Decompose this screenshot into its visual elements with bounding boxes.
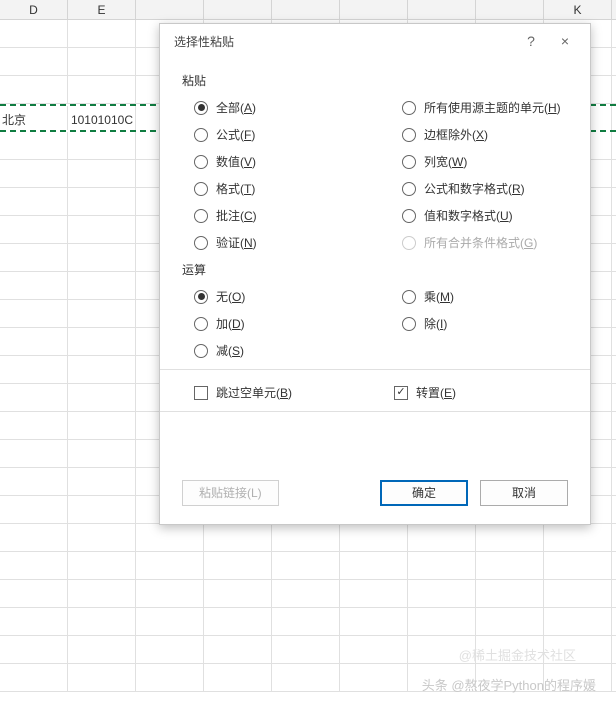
radio-icon (194, 182, 208, 196)
operation-option-multiply[interactable]: 乘(M) (402, 288, 602, 305)
cell[interactable]: 北京 (0, 106, 68, 130)
paste-option-formats[interactable]: 格式(T) (194, 180, 394, 197)
col-header[interactable] (204, 0, 272, 19)
radio-label: 公式和数字格式(R) (424, 180, 525, 197)
radio-label: 列宽(W) (424, 153, 467, 170)
paste-option-validation[interactable]: 验证(N) (194, 234, 394, 251)
radio-icon (402, 290, 416, 304)
skip-blanks-checkbox[interactable]: 跳过空单元(B) (194, 384, 394, 401)
radio-icon (194, 209, 208, 223)
paste-option-except_borders[interactable]: 边框除外(X) (402, 126, 602, 143)
operation-option-subtract[interactable]: 减(S) (194, 342, 394, 359)
radio-icon (402, 236, 416, 250)
watermark-text: @稀土掘金技术社区 (459, 645, 576, 664)
cancel-button[interactable]: 取消 (480, 480, 568, 506)
radio-label: 减(S) (216, 342, 244, 359)
paste-option-comments[interactable]: 批注(C) (194, 207, 394, 224)
radio-label: 公式(F) (216, 126, 255, 143)
col-header[interactable] (136, 0, 204, 19)
radio-icon (194, 317, 208, 331)
paste-option-values[interactable]: 数值(V) (194, 153, 394, 170)
col-header[interactable]: D (0, 0, 68, 19)
help-button[interactable]: ? (514, 24, 548, 58)
cell[interactable]: 10101010C (68, 106, 136, 130)
radio-label: 值和数字格式(U) (424, 207, 513, 224)
paste-option-all[interactable]: 全部(A) (194, 99, 394, 116)
radio-label: 除(I) (424, 315, 447, 332)
radio-icon (194, 290, 208, 304)
radio-label: 数值(V) (216, 153, 256, 170)
col-header[interactable]: K (544, 0, 612, 19)
radio-icon (402, 182, 416, 196)
dialog-titlebar[interactable]: 选择性粘贴 ? × (160, 24, 590, 58)
paste-option-formulas[interactable]: 公式(F) (194, 126, 394, 143)
radio-label: 批注(C) (216, 207, 257, 224)
column-headers: D E K (0, 0, 616, 20)
radio-icon (194, 128, 208, 142)
dialog-title: 选择性粘贴 (174, 33, 234, 50)
skip-blanks-label: 跳过空单元(B) (216, 384, 292, 401)
radio-label: 格式(T) (216, 180, 255, 197)
col-header[interactable] (340, 0, 408, 19)
radio-icon (194, 344, 208, 358)
paste-option-merged: 所有合并条件格式(G) (402, 234, 602, 251)
paste-link-button[interactable]: 粘贴链接(L) (182, 480, 279, 506)
paste-option-value_num[interactable]: 值和数字格式(U) (402, 207, 602, 224)
radio-label: 无(O) (216, 288, 245, 305)
paste-group-label: 粘贴 (182, 72, 568, 89)
radio-icon (402, 101, 416, 115)
paste-option-formula_num[interactable]: 公式和数字格式(R) (402, 180, 602, 197)
radio-label: 全部(A) (216, 99, 256, 116)
radio-label: 加(D) (216, 315, 245, 332)
radio-icon (402, 209, 416, 223)
radio-icon (402, 317, 416, 331)
radio-icon (194, 155, 208, 169)
radio-icon (402, 155, 416, 169)
col-header[interactable] (272, 0, 340, 19)
operation-option-add[interactable]: 加(D) (194, 315, 394, 332)
radio-label: 所有使用源主题的单元(H) (424, 99, 561, 116)
close-button[interactable]: × (548, 24, 582, 58)
radio-icon (402, 128, 416, 142)
transpose-checkbox[interactable]: 转置(E) (394, 384, 594, 401)
radio-label: 乘(M) (424, 288, 454, 305)
watermark-text: 头条 @熬夜学Python的程序媛 (422, 675, 596, 694)
paste-special-dialog: 选择性粘贴 ? × 粘贴 全部(A) 所有使用源主题的单元(H) 公式(F) 边框除外… (159, 23, 591, 525)
checkbox-icon (194, 386, 208, 400)
col-header[interactable]: E (68, 0, 136, 19)
radio-label: 边框除外(X) (424, 126, 488, 143)
ok-button[interactable]: 确定 (380, 480, 468, 506)
transpose-label: 转置(E) (416, 384, 456, 401)
operation-options: 无(O) 乘(M) 加(D) 除(I) 减(S) (182, 288, 568, 359)
paste-option-col_width[interactable]: 列宽(W) (402, 153, 602, 170)
radio-label: 所有合并条件格式(G) (424, 234, 537, 251)
operation-option-divide[interactable]: 除(I) (402, 315, 602, 332)
col-header[interactable] (408, 0, 476, 19)
paste-options: 全部(A) 所有使用源主题的单元(H) 公式(F) 边框除外(X) 数值(V) 列宽(W)… (182, 99, 568, 251)
checkbox-icon (394, 386, 408, 400)
radio-label: 验证(N) (216, 234, 257, 251)
operation-group-label: 运算 (182, 261, 568, 278)
paste-option-using_theme[interactable]: 所有使用源主题的单元(H) (402, 99, 602, 116)
operation-option-none[interactable]: 无(O) (194, 288, 394, 305)
radio-icon (194, 101, 208, 115)
radio-icon (194, 236, 208, 250)
col-header[interactable] (476, 0, 544, 19)
